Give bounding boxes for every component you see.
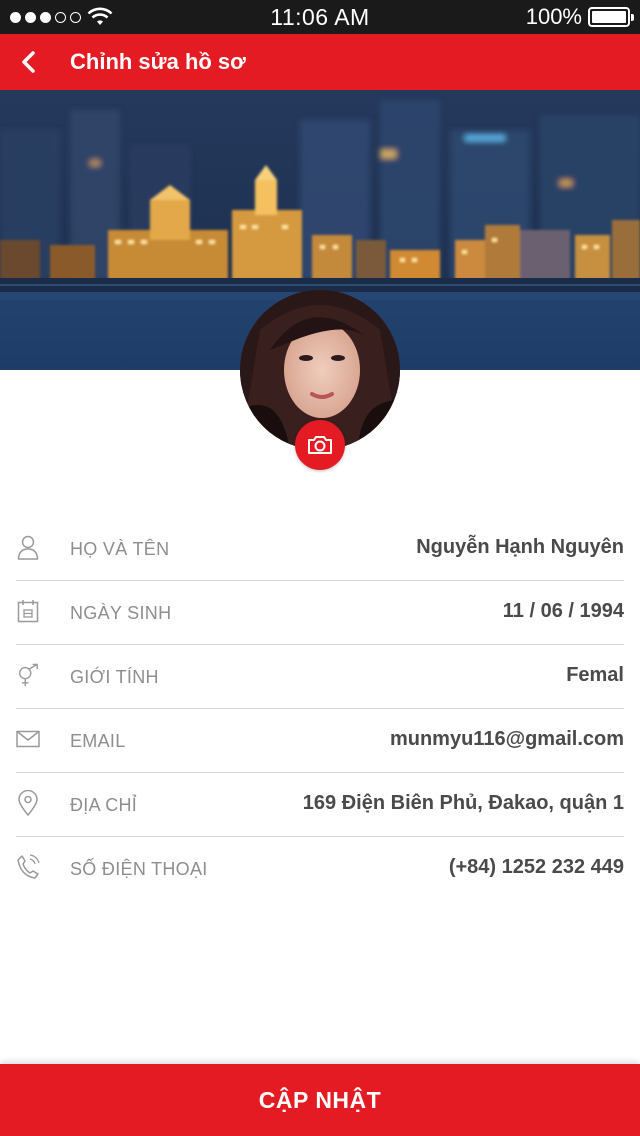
battery-percentage: 100% xyxy=(525,4,582,29)
location-pin-icon xyxy=(16,789,40,817)
battery-icon xyxy=(588,7,634,27)
field-label: EMAIL xyxy=(70,731,126,751)
signal-strength-icon xyxy=(10,11,81,23)
field-label: NGÀY SINH xyxy=(70,603,172,623)
field-phone[interactable]: SỐ ĐIỆN THOẠI (+84) 1252 232 449 xyxy=(0,837,640,901)
field-value[interactable]: (+84) 1252 232 449 xyxy=(449,856,624,879)
status-left xyxy=(10,7,113,27)
field-gender[interactable]: GIỚI TÍNH Femal xyxy=(0,645,640,709)
field-label: HỌ VÀ TÊN xyxy=(70,539,170,559)
chevron-left-icon xyxy=(22,51,35,73)
field-value[interactable]: Femal xyxy=(566,664,624,687)
page-title: Chỉnh sửa hồ sơ xyxy=(70,49,246,74)
camera-icon xyxy=(308,436,332,454)
field-value[interactable]: 11 / 06 / 1994 xyxy=(503,600,624,623)
change-avatar-button[interactable] xyxy=(295,420,345,470)
person-icon xyxy=(16,533,40,561)
envelope-icon xyxy=(16,725,40,753)
update-button[interactable]: CẬP NHẬT xyxy=(0,1064,640,1136)
phone-icon xyxy=(16,853,40,881)
status-bar: 11:06 AM 100% xyxy=(0,0,640,34)
field-value[interactable]: 169 Điện Biên Phủ, Đakao, quận 1 xyxy=(303,792,624,815)
back-button[interactable] xyxy=(2,34,54,90)
field-address[interactable]: ĐỊA CHỈ 169 Điện Biên Phủ, Đakao, quận 1 xyxy=(0,773,640,837)
field-value[interactable]: munmyu116@gmail.com xyxy=(390,728,624,751)
field-label: ĐỊA CHỈ xyxy=(70,795,138,815)
field-label: SỐ ĐIỆN THOẠI xyxy=(70,859,208,879)
field-label: GIỚI TÍNH xyxy=(70,667,159,687)
field-value[interactable]: Nguyễn Hạnh Nguyên xyxy=(416,536,624,559)
battery-fill xyxy=(592,11,626,23)
calendar-icon xyxy=(16,597,40,625)
field-birthday[interactable]: NGÀY SINH 11 / 06 / 1994 xyxy=(0,581,640,645)
field-full-name[interactable]: HỌ VÀ TÊN Nguyễn Hạnh Nguyên xyxy=(0,517,640,581)
profile-fields: HỌ VÀ TÊN Nguyễn Hạnh Nguyên NGÀY SINH 1… xyxy=(0,517,640,901)
gender-icon xyxy=(16,661,40,689)
status-right: 100% xyxy=(525,4,634,30)
app-bar: Chỉnh sửa hồ sơ xyxy=(0,34,640,90)
wifi-icon xyxy=(87,7,113,25)
field-email[interactable]: EMAIL munmyu116@gmail.com xyxy=(0,709,640,773)
